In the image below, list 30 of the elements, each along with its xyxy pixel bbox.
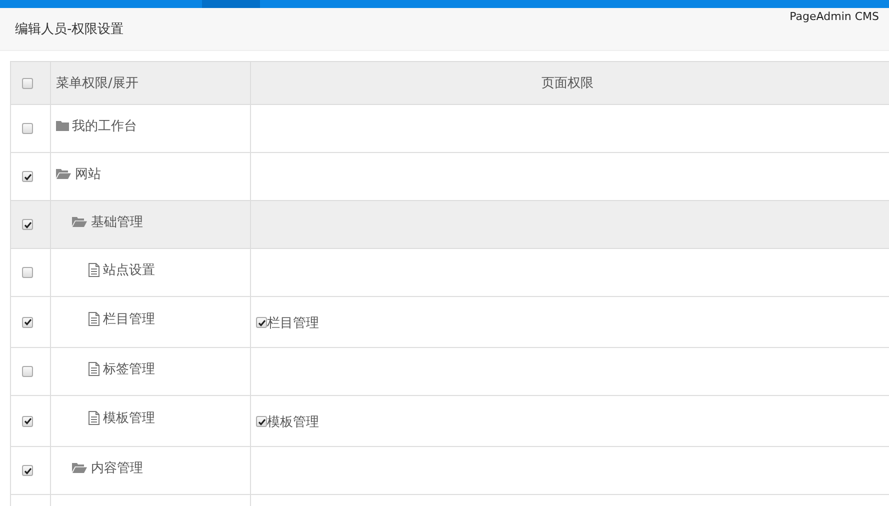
document-icon	[88, 362, 100, 376]
checkbox[interactable]	[22, 416, 33, 426]
document-icon	[88, 411, 100, 425]
column-header: 菜单权限/展开	[56, 75, 138, 92]
checkbox[interactable]	[22, 219, 33, 230]
menu-item-label: 站点设置	[103, 262, 155, 278]
menu-item-label: 我的工作台	[72, 118, 137, 134]
menu-item-label: 标签管理	[103, 360, 155, 378]
permission-label: 模板管理	[267, 414, 319, 430]
checkbox[interactable]	[256, 317, 267, 328]
menu-item-label: 栏目管理	[103, 311, 155, 328]
active-tab-indicator	[202, 0, 260, 8]
document-icon	[88, 312, 100, 326]
menu-item-label: 内容管理	[91, 460, 143, 476]
brand-name: PageAdmin CMS	[790, 10, 879, 23]
menu-item-label: 网站	[75, 166, 101, 182]
checkbox[interactable]	[22, 366, 33, 377]
select-all-checkbox[interactable]	[22, 78, 33, 88]
checkbox[interactable]	[22, 316, 33, 328]
checkbox[interactable]	[22, 465, 33, 476]
page-title: 编辑人员-权限设置	[15, 21, 124, 38]
menu-item-label: 基础管理	[91, 214, 143, 230]
column-header: 页面权限	[542, 75, 594, 92]
permission-label: 栏目管理	[267, 314, 319, 332]
checkbox[interactable]	[22, 123, 33, 134]
checkbox[interactable]	[22, 267, 33, 278]
checkbox[interactable]	[22, 171, 33, 182]
menu-item-label: 模板管理	[103, 410, 155, 427]
document-icon	[88, 262, 100, 276]
checkbox[interactable]	[256, 416, 267, 427]
